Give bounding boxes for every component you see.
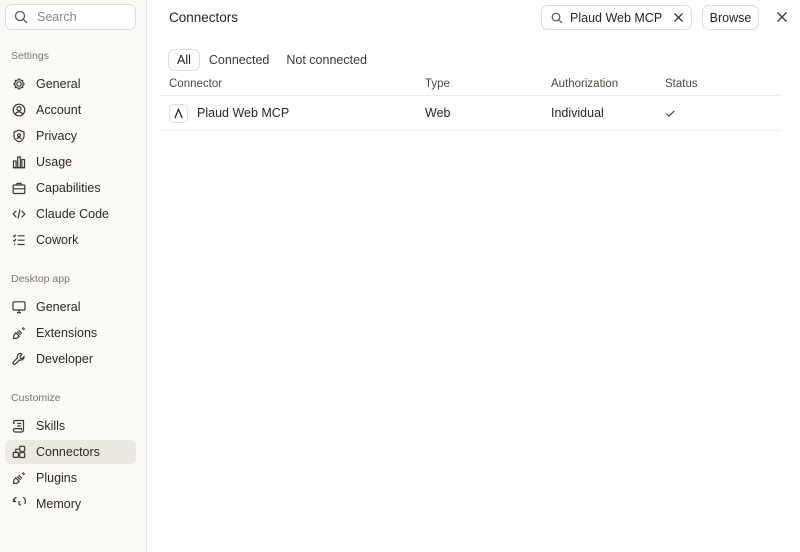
sidebar-item-plugins[interactable]: Plugins — [5, 466, 136, 490]
sidebar-search[interactable] — [5, 4, 136, 30]
plug-icon — [12, 326, 26, 340]
sidebar-search-input[interactable] — [37, 10, 125, 24]
sidebar-item-account[interactable]: Account — [5, 98, 136, 122]
gear-icon — [12, 77, 26, 91]
user-circle-icon — [12, 103, 26, 117]
sidebar-item-label: Extensions — [36, 326, 98, 340]
checklist-icon — [12, 233, 26, 247]
sidebar-item-extensions[interactable]: Extensions — [5, 321, 136, 345]
wrench-icon — [12, 352, 26, 366]
connector-logo — [169, 103, 188, 123]
status-cell — [656, 108, 776, 119]
sidebar-item-privacy[interactable]: Privacy — [5, 124, 136, 148]
sidebar-item-memory[interactable]: Memory — [5, 492, 136, 516]
column-header-authorization: Authorization — [551, 77, 619, 90]
connectors-table: Connector Type Authorization Status Plau… — [160, 72, 782, 131]
tab-not-connected[interactable]: Not connected — [278, 49, 375, 71]
connector-search[interactable] — [541, 5, 692, 30]
close-icon[interactable] — [775, 10, 789, 24]
main-panel: Connectors Browse All Connected Not conn… — [148, 0, 800, 552]
sidebar-item-label: Capabilities — [36, 181, 101, 195]
connector-search-input[interactable] — [570, 10, 670, 25]
memory-icon — [12, 497, 26, 511]
sidebar-item-label: Memory — [36, 497, 82, 511]
column-header-type: Type — [425, 77, 450, 90]
sidebar-item-label: General — [36, 300, 81, 314]
sidebar-item-label: Cowork — [36, 233, 79, 247]
browse-button[interactable]: Browse — [702, 5, 759, 30]
connector-cell: Plaud Web MCP — [160, 103, 416, 123]
section-label-customize: Customize — [11, 392, 61, 404]
sidebar-item-label: Claude Code — [36, 207, 109, 221]
filter-tabs: All Connected Not connected — [168, 49, 376, 71]
sidebar-item-claude-code[interactable]: Claude Code — [5, 202, 136, 226]
section-label-desktop: Desktop app — [11, 273, 70, 285]
sidebar-item-label: Privacy — [36, 129, 77, 143]
plugin-icon — [12, 471, 26, 485]
sidebar-item-label: Connectors — [36, 445, 100, 459]
sidebar-item-desktop-general[interactable]: General — [5, 295, 136, 319]
sidebar-item-label: General — [36, 77, 81, 91]
sidebar-item-label: Usage — [36, 155, 73, 169]
monitor-icon — [12, 300, 26, 314]
type-cell: Web — [425, 106, 451, 120]
sidebar-item-skills[interactable]: Skills — [5, 414, 136, 438]
briefcase-icon — [12, 181, 26, 195]
search-icon — [551, 12, 563, 24]
search-icon — [14, 10, 28, 24]
sidebar-item-developer[interactable]: Developer — [5, 347, 136, 371]
clear-search-icon[interactable] — [672, 11, 685, 24]
scroll-icon — [12, 419, 26, 433]
code-icon — [12, 207, 26, 221]
sidebar-item-cowork[interactable]: Cowork — [5, 228, 136, 252]
bar-chart-icon — [12, 155, 26, 169]
connector-name: Plaud Web MCP — [197, 106, 290, 120]
sidebar-item-label: Account — [36, 103, 82, 117]
sidebar-item-connectors[interactable]: Connectors — [5, 440, 136, 464]
sidebar-item-label: Skills — [36, 419, 66, 433]
sidebar-item-label: Developer — [36, 352, 93, 366]
sidebar-item-usage[interactable]: Usage — [5, 150, 136, 174]
tab-connected[interactable]: Connected — [201, 49, 277, 71]
section-label-settings: Settings — [11, 50, 49, 62]
authorization-cell: Individual — [551, 106, 604, 120]
plaud-logo-icon — [174, 107, 183, 118]
tab-all[interactable]: All — [168, 49, 200, 71]
table-header: Connector Type Authorization Status — [160, 72, 782, 96]
column-header-status: Status — [665, 77, 698, 90]
check-icon — [665, 108, 676, 119]
shield-icon — [12, 129, 26, 143]
connectors-icon — [12, 445, 26, 459]
column-header-connector: Connector — [169, 77, 223, 90]
table-row[interactable]: Plaud Web MCP Web Individual — [160, 96, 782, 131]
sidebar-item-label: Plugins — [36, 471, 77, 485]
page-title: Connectors — [169, 10, 239, 25]
sidebar-item-general[interactable]: General — [5, 72, 136, 96]
sidebar-item-capabilities[interactable]: Capabilities — [5, 176, 136, 200]
sidebar: Settings General Account Privacy Usage C… — [0, 0, 147, 552]
